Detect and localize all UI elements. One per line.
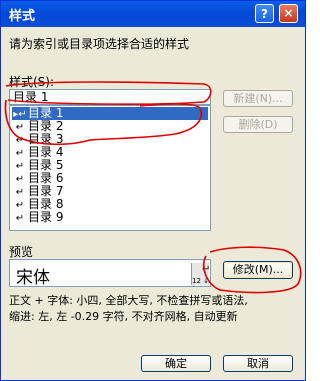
list-item-label: 目录 5 <box>28 158 64 172</box>
ok-button[interactable]: 确定 <box>141 355 211 372</box>
style-dialog: 样式 ? × 请为索引或目录项选择合适的样式 样式(S): 目录 1 ▸↵目录 … <box>0 0 306 381</box>
list-item-label: 目录 2 <box>28 119 64 133</box>
close-icon[interactable]: × <box>279 4 298 23</box>
delete-style-button[interactable]: 删除(D) <box>223 116 293 133</box>
list-item-label: 目录 1 <box>28 106 64 120</box>
list-item-label: 目录 4 <box>28 145 64 159</box>
list-item-label: 目录 3 <box>28 132 64 146</box>
preview-size-text: 12 ↓ <box>192 277 209 285</box>
help-icon[interactable]: ? <box>255 4 274 23</box>
title-bar[interactable]: 样式 ? × <box>1 1 305 27</box>
new-style-button[interactable]: 新建(N)... <box>223 90 293 107</box>
description-line-1: 正文 + 字体: 小四, 全部大写, 不检查拼写或语法, <box>9 294 248 307</box>
modify-button[interactable]: 修改(M)... <box>223 261 293 279</box>
style-description: 正文 + 字体: 小四, 全部大写, 不检查拼写或语法, 缩进: 左, 左 -0… <box>9 293 303 325</box>
dialog-title: 样式 <box>9 9 36 24</box>
style-list[interactable]: ▸↵目录 1 ↵ 目录 2 ↵ 目录 3 ↵ 目录 4 ↵ 目录 5 ↵ 目录 6 ↵ 目录… <box>9 105 211 231</box>
preview-label: 预览 <box>9 245 34 259</box>
preview-box: 宋体 12 ↓ <box>9 259 211 288</box>
list-item-label: 目录 6 <box>28 171 64 185</box>
preview-font-sample: 宋体 <box>16 268 50 288</box>
styles-label: 样式(S): <box>9 75 55 89</box>
list-item-label: 目录 8 <box>28 197 64 211</box>
list-item-label: 目录 7 <box>28 184 64 198</box>
cancel-button[interactable]: 取消 <box>223 355 293 372</box>
style-name-input[interactable]: 目录 1 <box>9 89 211 105</box>
list-item[interactable]: ↵ 目录 9 <box>12 210 208 225</box>
list-item-label: 目录 9 <box>28 210 64 224</box>
paragraph-mark-icon: ↵ <box>15 213 25 224</box>
instruction-text: 请为索引或目录项选择合适的样式 <box>9 37 190 51</box>
description-line-2: 缩进: 左, 左 -0.29 字符, 不对齐网格, 自动更新 <box>9 310 238 323</box>
paragraph-mark-icon: ↵ <box>202 264 211 275</box>
